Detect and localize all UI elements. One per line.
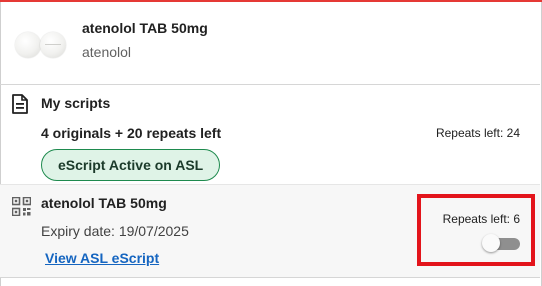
- escript-toggle[interactable]: [482, 234, 520, 252]
- qr-code-icon: [12, 197, 31, 216]
- medication-title: atenolol TAB 50mg: [82, 20, 208, 36]
- pill-right: [40, 32, 66, 58]
- view-asl-escript-link[interactable]: View ASL eScript: [45, 250, 159, 266]
- document-icon: [12, 94, 28, 114]
- escript-active-badge: eScript Active on ASL: [41, 149, 221, 181]
- scripts-summary: 4 originals + 20 repeats left: [41, 125, 222, 141]
- pill-left: [15, 32, 41, 58]
- script-item: atenolol TAB 50mg Expiry date: 19/07/202…: [0, 184, 540, 278]
- my-scripts-section: My scripts 4 originals + 20 repeats left…: [0, 85, 540, 183]
- total-repeats-left: Repeats left: 24: [435, 126, 520, 140]
- tablet-pills-image: [15, 32, 67, 58]
- medication-header: atenolol TAB 50mg atenolol: [0, 2, 540, 85]
- toggle-thumb: [482, 234, 500, 252]
- expiry-date: Expiry date: 19/07/2025: [41, 223, 189, 239]
- medication-generic-name: atenolol: [82, 44, 132, 60]
- script-item-title: atenolol TAB 50mg: [41, 195, 167, 211]
- my-scripts-title: My scripts: [41, 95, 111, 111]
- item-repeats-left: Repeats left: 6: [442, 212, 520, 226]
